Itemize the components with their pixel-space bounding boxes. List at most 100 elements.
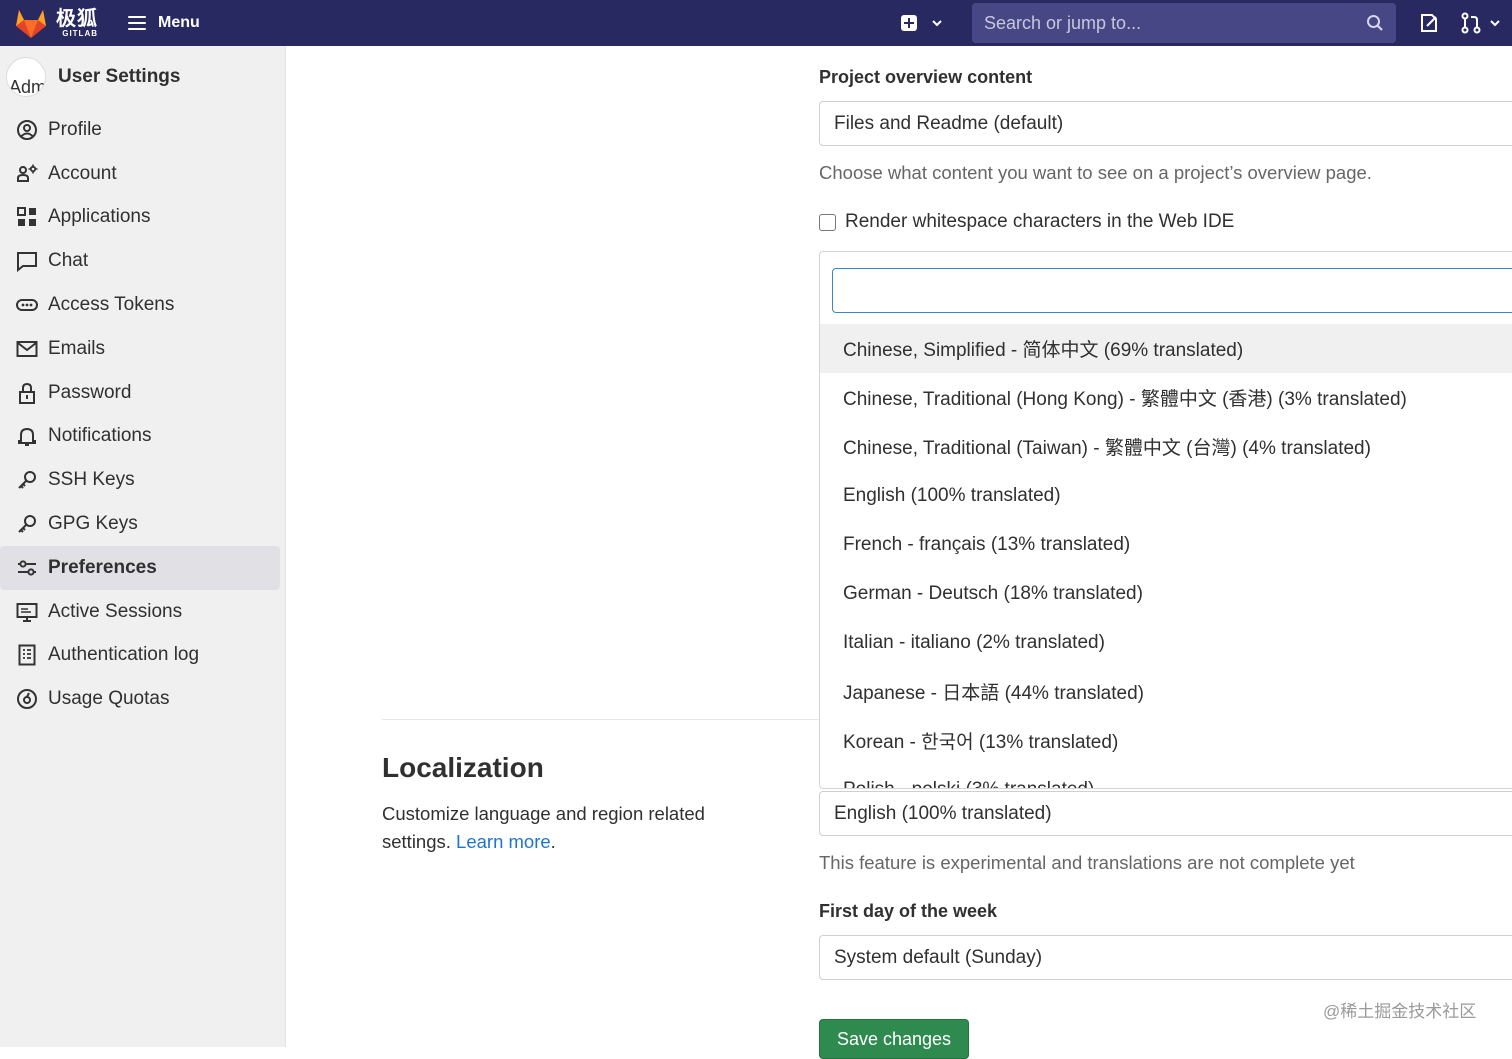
sidebar-item-label: Access Tokens bbox=[48, 294, 175, 316]
mail-icon bbox=[16, 338, 38, 360]
lock-icon bbox=[16, 382, 38, 404]
sidebar-item-applications[interactable]: Applications bbox=[0, 196, 280, 240]
whitespace-checkbox[interactable] bbox=[819, 213, 836, 231]
account-icon bbox=[16, 163, 38, 185]
sidebar-item-label: Preferences bbox=[48, 556, 157, 578]
sidebar-item-label: Applications bbox=[48, 206, 151, 228]
localization-desc-period: . bbox=[550, 831, 556, 852]
key-icon bbox=[16, 469, 38, 491]
issues-icon bbox=[1421, 14, 1437, 32]
brand-name-cn: 极狐 bbox=[56, 7, 98, 30]
save-changes-button[interactable]: Save changes bbox=[819, 1019, 969, 1059]
sidebar-item-active-sessions[interactable]: Active Sessions bbox=[0, 590, 280, 634]
sidebar-item-profile[interactable]: Profile bbox=[0, 108, 280, 152]
sidebar-item-authentication-log[interactable]: Authentication log bbox=[0, 634, 280, 678]
search-input[interactable] bbox=[984, 12, 1366, 34]
project-overview-help: Choose what content you want to see on a… bbox=[819, 162, 1372, 183]
sidebar-item-emails[interactable]: Emails bbox=[0, 327, 280, 371]
language-help: This feature is experimental and transla… bbox=[819, 852, 1355, 873]
sidebar-item-label: Emails bbox=[48, 337, 106, 359]
log-icon bbox=[16, 644, 38, 666]
first-day-select[interactable]: System default (Sunday) bbox=[819, 935, 1512, 980]
top-navbar: 极狐 GITLAB Menu bbox=[0, 0, 1512, 46]
main-content: Project overview content Files and Readm… bbox=[286, 46, 1512, 1059]
sidebar-item-preferences[interactable]: Preferences bbox=[0, 545, 280, 590]
project-overview-label: Project overview content bbox=[819, 67, 1033, 87]
brand-logo[interactable]: 极狐 GITLAB bbox=[14, 7, 98, 39]
sidebar-item-label: Profile bbox=[48, 118, 102, 140]
monitor-icon bbox=[16, 601, 38, 623]
language-options-list: Chinese, Simplified - 简体中文 (69% translat… bbox=[820, 324, 1512, 789]
localization-description: Customize language and region related se… bbox=[382, 800, 742, 856]
search-bar[interactable] bbox=[972, 3, 1396, 43]
first-day-label: First day of the week bbox=[819, 901, 998, 921]
sidebar-item-label: Chat bbox=[48, 250, 89, 272]
settings-sidebar: Adm User Settings Profile Account Applic… bbox=[0, 46, 286, 1047]
chat-icon bbox=[16, 250, 38, 273]
whitespace-checkbox-row: Render whitespace characters in the Web … bbox=[819, 211, 1234, 233]
sidebar-title: User Settings bbox=[58, 66, 181, 87]
learn-more-link[interactable]: Learn more bbox=[456, 831, 551, 852]
profile-icon bbox=[16, 119, 38, 141]
menu-label: Menu bbox=[158, 14, 200, 31]
language-dropdown: Chinese, Simplified - 简体中文 (69% translat… bbox=[819, 251, 1512, 789]
sidebar-item-label: Notifications bbox=[48, 425, 152, 447]
sidebar-item-label: Active Sessions bbox=[48, 600, 183, 622]
applications-icon bbox=[16, 206, 38, 228]
sidebar-item-ssh-keys[interactable]: SSH Keys bbox=[0, 458, 280, 502]
token-icon bbox=[16, 294, 38, 316]
chevron-down-icon bbox=[932, 20, 942, 27]
sidebar-item-label: GPG Keys bbox=[48, 513, 138, 535]
sidebar-item-label: Usage Quotas bbox=[48, 688, 170, 710]
sidebar-item-label: Password bbox=[48, 381, 132, 403]
sidebar-item-notifications[interactable]: Notifications bbox=[0, 415, 280, 459]
hamburger-icon bbox=[128, 16, 146, 30]
language-option[interactable]: German - Deutsch (18% translated) bbox=[820, 569, 1512, 618]
language-option[interactable]: Chinese, Traditional (Taiwan) - 繁體中文 (台灣… bbox=[820, 422, 1512, 471]
project-overview-select[interactable]: Files and Readme (default) bbox=[819, 101, 1512, 146]
key-icon bbox=[16, 513, 38, 535]
sidebar-item-label: SSH Keys bbox=[48, 469, 135, 491]
language-select-value: English (100% translated) bbox=[834, 802, 1052, 824]
localization-title: Localization bbox=[382, 752, 544, 783]
sidebar-item-access-tokens[interactable]: Access Tokens bbox=[0, 283, 280, 327]
plus-square-icon bbox=[901, 15, 917, 31]
language-option[interactable]: Polish - polski (3% translated) bbox=[820, 765, 1512, 789]
merge-request-icon bbox=[1461, 12, 1481, 34]
bell-icon bbox=[16, 425, 38, 447]
new-item-dropdown-button[interactable] bbox=[900, 14, 944, 32]
watermark: @稀土掘金技术社区 bbox=[1323, 1002, 1477, 1021]
section-divider bbox=[382, 719, 819, 720]
language-option[interactable]: French - français (13% translated) bbox=[820, 520, 1512, 569]
language-search-field[interactable] bbox=[832, 268, 1512, 313]
avatar: Adm bbox=[6, 57, 46, 97]
language-search-input[interactable] bbox=[833, 269, 1512, 312]
quota-icon bbox=[16, 688, 38, 710]
language-option[interactable]: Chinese, Simplified - 简体中文 (69% translat… bbox=[820, 324, 1512, 373]
whitespace-checkbox-label[interactable]: Render whitespace characters in the Web … bbox=[845, 211, 1234, 233]
fox-logo-icon bbox=[16, 10, 46, 38]
language-option[interactable]: Japanese - 日本語 (44% translated) bbox=[820, 667, 1512, 716]
sidebar-item-label: Account bbox=[48, 162, 117, 184]
language-option[interactable]: Chinese, Traditional (Hong Kong) - 繁體中文 … bbox=[820, 373, 1512, 422]
sidebar-header[interactable]: Adm User Settings bbox=[0, 46, 285, 108]
search-icon bbox=[1367, 15, 1383, 31]
merge-requests-button[interactable] bbox=[1460, 12, 1502, 34]
language-select[interactable]: English (100% translated) bbox=[819, 791, 1512, 836]
brand-name: 极狐 GITLAB bbox=[56, 9, 98, 38]
sidebar-item-chat[interactable]: Chat bbox=[0, 239, 280, 283]
sidebar-item-password[interactable]: Password bbox=[0, 371, 280, 415]
sidebar-item-account[interactable]: Account bbox=[0, 152, 280, 196]
issues-button[interactable] bbox=[1418, 12, 1440, 34]
sidebar-item-usage-quotas[interactable]: Usage Quotas bbox=[0, 677, 280, 721]
language-option[interactable]: English (100% translated) bbox=[820, 471, 1512, 520]
chevron-down-icon bbox=[1490, 20, 1500, 27]
first-day-value: System default (Sunday) bbox=[834, 946, 1043, 968]
language-option[interactable]: Italian - italiano (2% translated) bbox=[820, 618, 1512, 667]
sidebar-item-label: Authentication log bbox=[48, 644, 200, 666]
brand-name-en: GITLAB bbox=[62, 28, 98, 38]
preferences-icon bbox=[16, 557, 38, 579]
menu-button[interactable]: Menu bbox=[128, 14, 200, 32]
language-option[interactable]: Korean - 한국어 (13% translated) bbox=[820, 716, 1512, 765]
sidebar-item-gpg-keys[interactable]: GPG Keys bbox=[0, 502, 280, 546]
